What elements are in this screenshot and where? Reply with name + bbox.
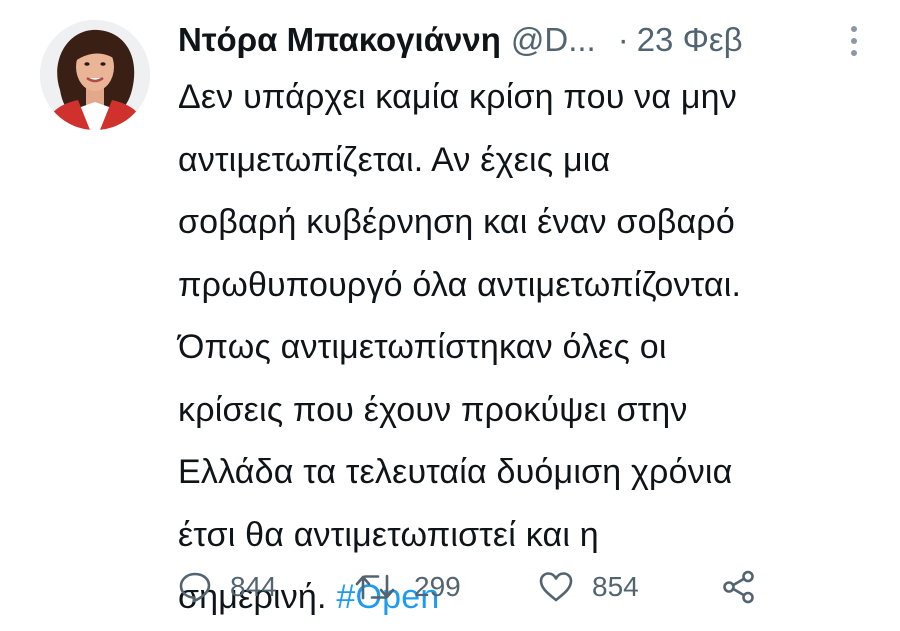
retweet-button[interactable]: 299: [354, 562, 461, 612]
author-handle[interactable]: @D...: [511, 14, 596, 66]
heart-icon: [539, 572, 573, 602]
tweet-header: Ντόρα Μπακογιάννη @D... · 23 Φεβ: [178, 14, 868, 66]
tweet-text-line: έτσι θα αντιμετωπιστεί και η: [178, 515, 599, 554]
retweet-icon: [355, 574, 395, 600]
avatar[interactable]: [40, 20, 150, 130]
like-button[interactable]: 854: [538, 562, 639, 612]
tweet-text-line: κρίσεις που έχουν προκύψει στην: [178, 390, 688, 429]
tweet-text-line: Όπως αντιμετωπίστηκαν όλες οι: [178, 328, 667, 366]
avatar-image: [40, 20, 150, 130]
tweet-text-line: σοβαρή κυβέρνηση και έναν σοβαρό: [178, 203, 735, 241]
header-separator: ·: [617, 21, 629, 58]
reply-icon: [179, 572, 211, 603]
retweet-count: 299: [414, 571, 461, 602]
tweet-text: Δεν υπάρχει καμία κρίση που να μην αντιμ…: [178, 66, 878, 629]
reply-button[interactable]: 844: [178, 562, 277, 612]
share-icon: [723, 570, 754, 604]
tweet-actions: 844 299 854: [178, 562, 778, 612]
more-options-button[interactable]: [844, 24, 864, 58]
reply-count: 844: [230, 571, 277, 602]
tweet-text-line: Ελλάδα τα τελευταία δυόμιση χρόνια: [178, 453, 733, 491]
author-name[interactable]: Ντόρα Μπακογιάννη: [178, 14, 501, 66]
like-count: 854: [592, 571, 639, 602]
tweet-text-line: Δεν υπάρχει καμία κρίση που να μην: [178, 78, 737, 116]
more-vertical-icon: [851, 26, 857, 56]
tweet-text-line: αντιμετωπίζεται. Αν έχεις μια: [178, 140, 611, 179]
share-button[interactable]: [721, 562, 757, 612]
tweet-text-line: πρωθυπουργό όλα αντιμετωπίζονται.: [178, 265, 742, 304]
tweet-date[interactable]: 23 Φεβ: [637, 14, 743, 66]
tweet[interactable]: Ντόρα Μπακογιάννη @D... · 23 Φεβ Δεν υπά…: [0, 0, 900, 631]
